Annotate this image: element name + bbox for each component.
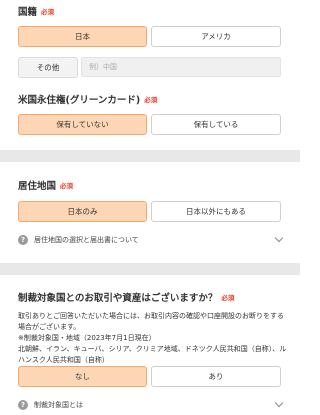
required-badge: 必須 <box>60 182 74 190</box>
green-card-label: 米国永住権(グリーンカード) 必須 <box>18 95 158 106</box>
sanctions-label: 制裁対象国とのお取引や資産はございますか？ 必須 <box>18 293 235 304</box>
residence-label: 居住地国 必須 <box>18 181 74 192</box>
residence-japan-only-button[interactable]: 日本のみ <box>18 201 147 222</box>
chevron-down-icon <box>274 233 284 243</box>
sanctions-desc-line: 取引ありとご回答いただいた場合には、お取引内容の確認や口座開設のお断りをする <box>18 312 284 320</box>
sanctions-none-button[interactable]: なし <box>18 366 147 387</box>
section-divider <box>0 150 300 162</box>
sanctions-desc-line: 場合がございます。 <box>18 323 81 331</box>
sanctions-description: 取引ありとご回答いただいた場合には、お取引内容の確認や口座開設のお断りをする 場… <box>18 311 287 366</box>
chevron-down-icon <box>274 398 284 408</box>
nationality-label: 国籍 必須 <box>18 7 55 18</box>
green-card-no-button[interactable]: 保有していない <box>18 114 147 135</box>
question-circle-icon: ? <box>18 235 28 245</box>
sanctions-help-text: 制裁対象国とは <box>34 401 83 409</box>
required-badge: 必須 <box>41 8 55 16</box>
green-card-yes-button[interactable]: 保有している <box>151 114 281 135</box>
required-badge: 必須 <box>221 294 235 302</box>
residence-help-text: 居住地国の選択と届出書について <box>34 236 139 244</box>
sanctions-desc-line: ハンスク人民共和国（自称） <box>18 356 109 364</box>
sanctions-desc-line: ※制裁対象国・地域（2023年7月1日現在） <box>18 334 156 342</box>
nationality-usa-button[interactable]: アメリカ <box>151 26 281 47</box>
residence-other-countries-button[interactable]: 日本以外にもある <box>151 201 281 222</box>
question-circle-icon: ? <box>18 400 28 410</box>
sanctions-help-link[interactable]: ? 制裁対象国とは <box>18 398 284 412</box>
nationality-other-input[interactable]: 例）中国 <box>81 57 281 77</box>
sanctions-desc-line: 北朝鮮、イラン、キューバ、シリア、クリミア地域、ドネツク人民共和国（自称）、ル <box>18 345 287 353</box>
section-divider <box>0 263 300 275</box>
required-badge: 必須 <box>144 96 158 104</box>
sanctions-yes-button[interactable]: あり <box>151 366 281 387</box>
nationality-other-button[interactable]: その他 <box>18 57 78 78</box>
residence-help-link[interactable]: ? 居住地国の選択と届出書について <box>18 233 284 247</box>
nationality-japan-button[interactable]: 日本 <box>18 26 147 47</box>
